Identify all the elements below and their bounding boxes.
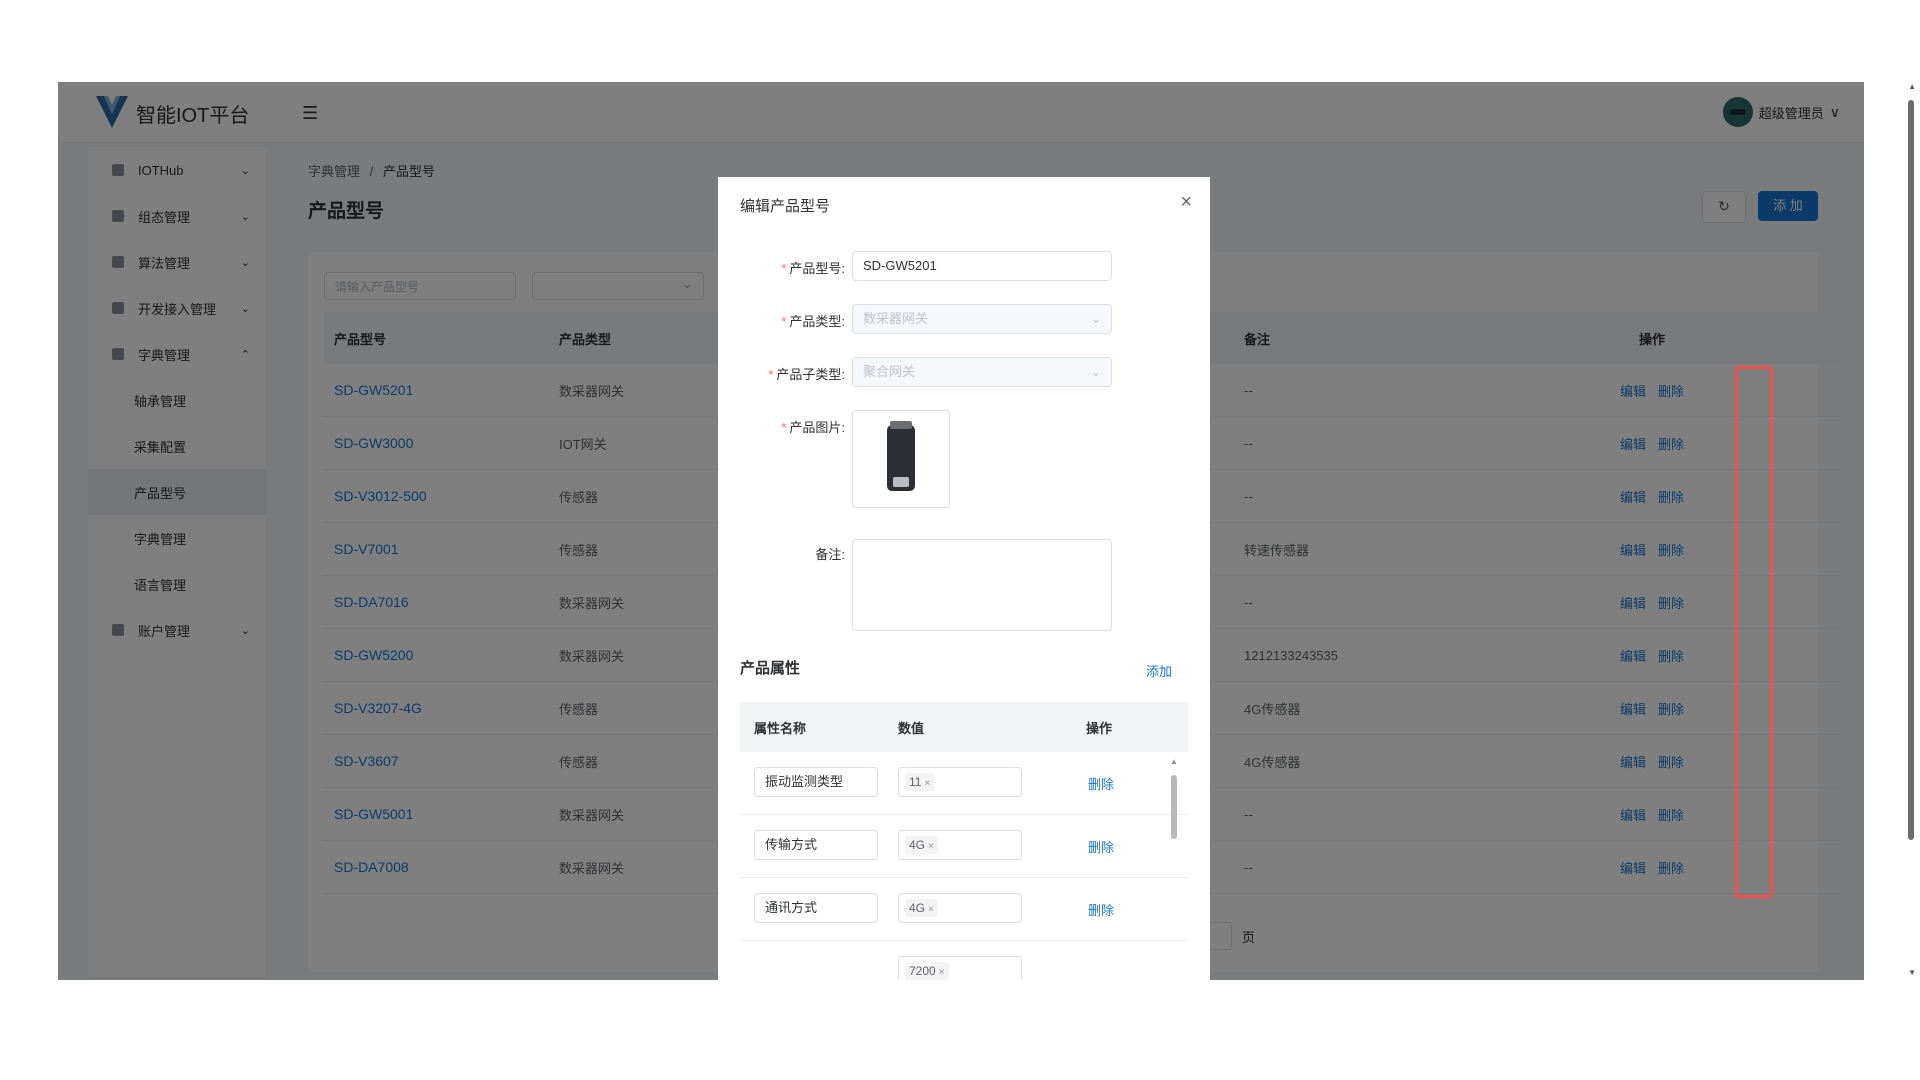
subtype-label: * 产品子类型: — [768, 367, 845, 382]
value-tag: 7200 × — [905, 962, 949, 980]
attr-delete-link[interactable]: 删除 — [1088, 774, 1114, 793]
attr-table-header: 属性名称 数值 操作 — [740, 702, 1188, 752]
model-input[interactable]: SD-GW5201 — [852, 251, 1112, 281]
edit-column-highlight — [1735, 366, 1773, 898]
chevron-down-icon: ⌄ — [1090, 312, 1101, 326]
close-icon[interactable]: × — [1180, 191, 1192, 214]
edit-product-dialog: 编辑产品型号 × * 产品型号: SD-GW5201 * 产品类型: 数采器网关 ⌄ … — [718, 177, 1210, 980]
image-label: * 产品图片: — [781, 420, 845, 435]
remark-label: 备注: — [815, 547, 845, 562]
remark-textarea[interactable] — [852, 539, 1112, 631]
attr-row: 振动监测类型 11 × 删除 — [740, 752, 1188, 815]
scroll-down-arrow-icon[interactable]: ▼ — [1908, 968, 1916, 977]
attr-col-name: 属性名称 — [754, 721, 807, 736]
type-label: * 产品类型: — [781, 314, 845, 329]
attr-name-input[interactable]: 传输方式 — [754, 830, 878, 860]
attr-name-input[interactable]: 振动监测类型 — [754, 767, 878, 797]
attr-section-title: 产品属性 — [740, 660, 801, 677]
page-scrollbar[interactable] — [1908, 100, 1914, 840]
product-image-upload[interactable] — [852, 410, 950, 508]
close-icon[interactable]: × — [928, 841, 934, 852]
attr-add-link[interactable]: 添加 — [1146, 661, 1172, 680]
close-icon[interactable]: × — [939, 967, 945, 978]
attr-col-value: 数值 — [898, 721, 925, 736]
type-select: 数采器网关 ⌄ — [852, 304, 1112, 334]
attr-name-input[interactable]: 通讯方式 — [754, 893, 878, 923]
attr-value-select[interactable]: 4G × — [898, 830, 1022, 860]
attr-table-scrollbar[interactable]: ▲ — [1170, 757, 1178, 977]
close-icon[interactable]: × — [924, 778, 930, 789]
attr-value-select[interactable]: 7200 × — [898, 956, 1022, 980]
attr-delete-link[interactable]: 删除 — [1088, 900, 1114, 919]
attr-col-op: 操作 — [1086, 721, 1113, 736]
model-label: * 产品型号: — [781, 261, 845, 276]
value-tag: 4G × — [905, 899, 938, 917]
attr-row: 传输方式 4G × 删除 — [740, 815, 1188, 878]
attr-row: 通讯方式 4G × 删除 — [740, 878, 1188, 941]
scroll-up-arrow-icon[interactable]: ▲ — [1908, 82, 1916, 91]
close-icon[interactable]: × — [928, 904, 934, 915]
chevron-down-icon: ⌄ — [1090, 365, 1101, 379]
attr-delete-link[interactable]: 删除 — [1088, 837, 1114, 856]
attr-row: 7200 × — [740, 941, 1188, 980]
subtype-select: 聚合网关 ⌄ — [852, 357, 1112, 387]
value-tag: 4G × — [905, 836, 938, 854]
product-image — [887, 421, 915, 491]
attr-value-select[interactable]: 4G × — [898, 893, 1022, 923]
dialog-title: 编辑产品型号 — [740, 198, 831, 215]
attr-table: 属性名称 数值 操作 振动监测类型 11 × 删除 传输方式 4G × 删除 通讯方式 4G × 删除… — [740, 702, 1188, 980]
attr-value-select[interactable]: 11 × — [898, 767, 1022, 797]
value-tag: 11 × — [905, 773, 935, 791]
